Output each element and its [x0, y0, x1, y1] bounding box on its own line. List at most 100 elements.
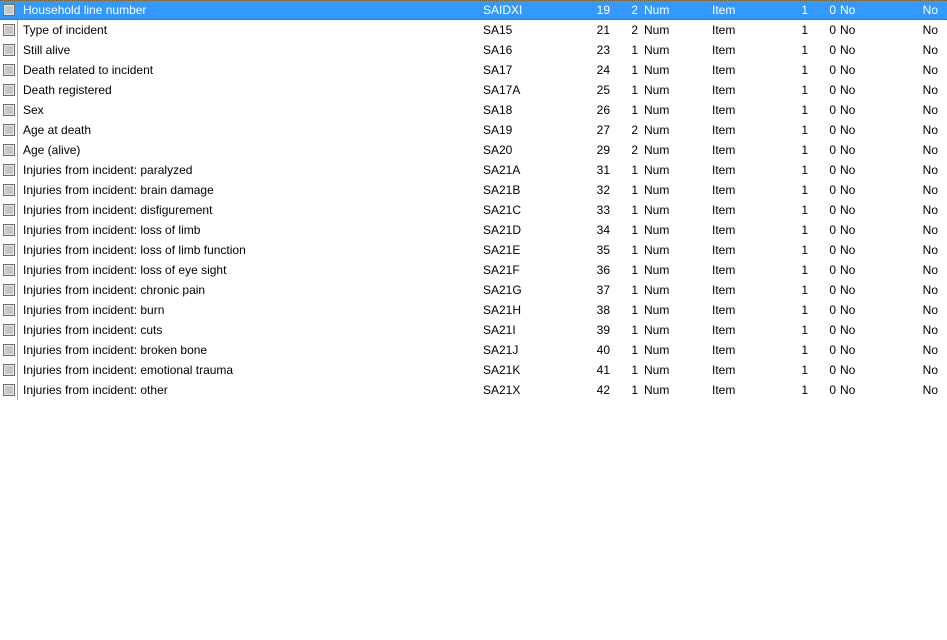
checkbox-icon[interactable] [3, 104, 15, 116]
table-row[interactable]: Injuries from incident: loss of eye sigh… [0, 260, 947, 280]
row-checkbox-cell[interactable] [0, 80, 18, 100]
row-checkbox-cell[interactable] [0, 380, 18, 400]
cell-variable-name: SA21B [483, 180, 573, 200]
checkbox-icon[interactable] [3, 344, 15, 356]
row-checkbox-cell[interactable] [0, 140, 18, 160]
table-row[interactable]: Injuries from incident: cutsSA21I391NumI… [0, 320, 947, 340]
row-checkbox-cell[interactable] [0, 40, 18, 60]
row-checkbox-cell[interactable] [0, 60, 18, 80]
cell-variable-label: Still alive [23, 40, 463, 60]
cell-flag-one: No [840, 300, 880, 320]
variable-list-grid[interactable]: Household line numberSAIDXI192NumItem10N… [0, 0, 947, 400]
checkbox-icon[interactable] [3, 4, 15, 16]
cell-flag-two: No [912, 280, 938, 300]
cell-flag-one: No [840, 20, 880, 40]
cell-flag-two: No [912, 0, 938, 20]
cell-measure: Item [712, 260, 772, 280]
row-checkbox-cell[interactable] [0, 0, 18, 20]
table-row[interactable]: Age at deathSA19272NumItem10NoNo [0, 120, 947, 140]
checkbox-icon[interactable] [3, 144, 15, 156]
table-row[interactable]: Age (alive)SA20292NumItem10NoNo [0, 140, 947, 160]
cell-decimals: 1 [772, 240, 808, 260]
checkbox-icon[interactable] [3, 124, 15, 136]
cell-type: Num [644, 260, 704, 280]
cell-columns: 0 [812, 380, 836, 400]
cell-width: 1 [614, 180, 638, 200]
table-row[interactable]: Injuries from incident: loss of limbSA21… [0, 220, 947, 240]
table-row[interactable]: Injuries from incident: brain damageSA21… [0, 180, 947, 200]
row-checkbox-cell[interactable] [0, 240, 18, 260]
row-checkbox-cell[interactable] [0, 180, 18, 200]
cell-variable-name: SA21I [483, 320, 573, 340]
checkbox-icon[interactable] [3, 364, 15, 376]
cell-flag-two: No [912, 180, 938, 200]
cell-measure: Item [712, 300, 772, 320]
table-row[interactable]: Injuries from incident: otherSA21X421Num… [0, 380, 947, 400]
cell-measure: Item [712, 340, 772, 360]
checkbox-icon[interactable] [3, 164, 15, 176]
table-row[interactable]: Death related to incidentSA17241NumItem1… [0, 60, 947, 80]
checkbox-icon[interactable] [3, 244, 15, 256]
row-checkbox-cell[interactable] [0, 120, 18, 140]
cell-decimals: 1 [772, 100, 808, 120]
cell-columns: 0 [812, 100, 836, 120]
checkbox-icon[interactable] [3, 384, 15, 396]
cell-flag-one: No [840, 260, 880, 280]
row-checkbox-cell[interactable] [0, 220, 18, 240]
checkbox-icon[interactable] [3, 204, 15, 216]
checkbox-icon[interactable] [3, 84, 15, 96]
checkbox-icon[interactable] [3, 264, 15, 276]
table-row[interactable]: Type of incidentSA15212NumItem10NoNo [0, 20, 947, 40]
table-row[interactable]: Injuries from incident: loss of limb fun… [0, 240, 947, 260]
table-row[interactable]: Household line numberSAIDXI192NumItem10N… [0, 0, 947, 20]
checkbox-icon[interactable] [3, 184, 15, 196]
table-row[interactable]: Injuries from incident: burnSA21H381NumI… [0, 300, 947, 320]
cell-variable-label: Death registered [23, 80, 463, 100]
checkbox-icon[interactable] [3, 24, 15, 36]
row-checkbox-cell[interactable] [0, 300, 18, 320]
cell-variable-label: Injuries from incident: chronic pain [23, 280, 463, 300]
checkbox-icon[interactable] [3, 224, 15, 236]
cell-decimals: 1 [772, 380, 808, 400]
cell-position: 37 [573, 280, 610, 300]
cell-flag-one: No [840, 40, 880, 60]
cell-variable-name: SA21F [483, 260, 573, 280]
cell-flag-one: No [840, 160, 880, 180]
cell-decimals: 1 [772, 220, 808, 240]
row-checkbox-cell[interactable] [0, 280, 18, 300]
row-checkbox-cell[interactable] [0, 340, 18, 360]
checkbox-icon[interactable] [3, 64, 15, 76]
table-row[interactable]: Injuries from incident: chronic painSA21… [0, 280, 947, 300]
table-row[interactable]: Injuries from incident: emotional trauma… [0, 360, 947, 380]
checkbox-icon[interactable] [3, 44, 15, 56]
row-checkbox-cell[interactable] [0, 200, 18, 220]
cell-variable-label: Type of incident [23, 20, 463, 40]
row-checkbox-cell[interactable] [0, 260, 18, 280]
table-row[interactable]: Injuries from incident: broken boneSA21J… [0, 340, 947, 360]
cell-decimals: 1 [772, 60, 808, 80]
cell-columns: 0 [812, 300, 836, 320]
cell-variable-label: Sex [23, 100, 463, 120]
table-row[interactable]: Injuries from incident: paralyzedSA21A31… [0, 160, 947, 180]
table-row[interactable]: Death registeredSA17A251NumItem10NoNo [0, 80, 947, 100]
row-checkbox-cell[interactable] [0, 320, 18, 340]
row-checkbox-cell[interactable] [0, 100, 18, 120]
cell-position: 38 [573, 300, 610, 320]
cell-columns: 0 [812, 240, 836, 260]
cell-flag-one: No [840, 240, 880, 260]
cell-columns: 0 [812, 80, 836, 100]
cell-variable-label: Injuries from incident: paralyzed [23, 160, 463, 180]
row-checkbox-cell[interactable] [0, 160, 18, 180]
checkbox-icon[interactable] [3, 304, 15, 316]
table-row[interactable]: Still aliveSA16231NumItem10NoNo [0, 40, 947, 60]
cell-position: 21 [573, 20, 610, 40]
cell-columns: 0 [812, 140, 836, 160]
cell-flag-one: No [840, 140, 880, 160]
table-row[interactable]: Injuries from incident: disfigurementSA2… [0, 200, 947, 220]
row-checkbox-cell[interactable] [0, 20, 18, 40]
cell-flag-two: No [912, 40, 938, 60]
checkbox-icon[interactable] [3, 284, 15, 296]
row-checkbox-cell[interactable] [0, 360, 18, 380]
table-row[interactable]: SexSA18261NumItem10NoNo [0, 100, 947, 120]
checkbox-icon[interactable] [3, 324, 15, 336]
